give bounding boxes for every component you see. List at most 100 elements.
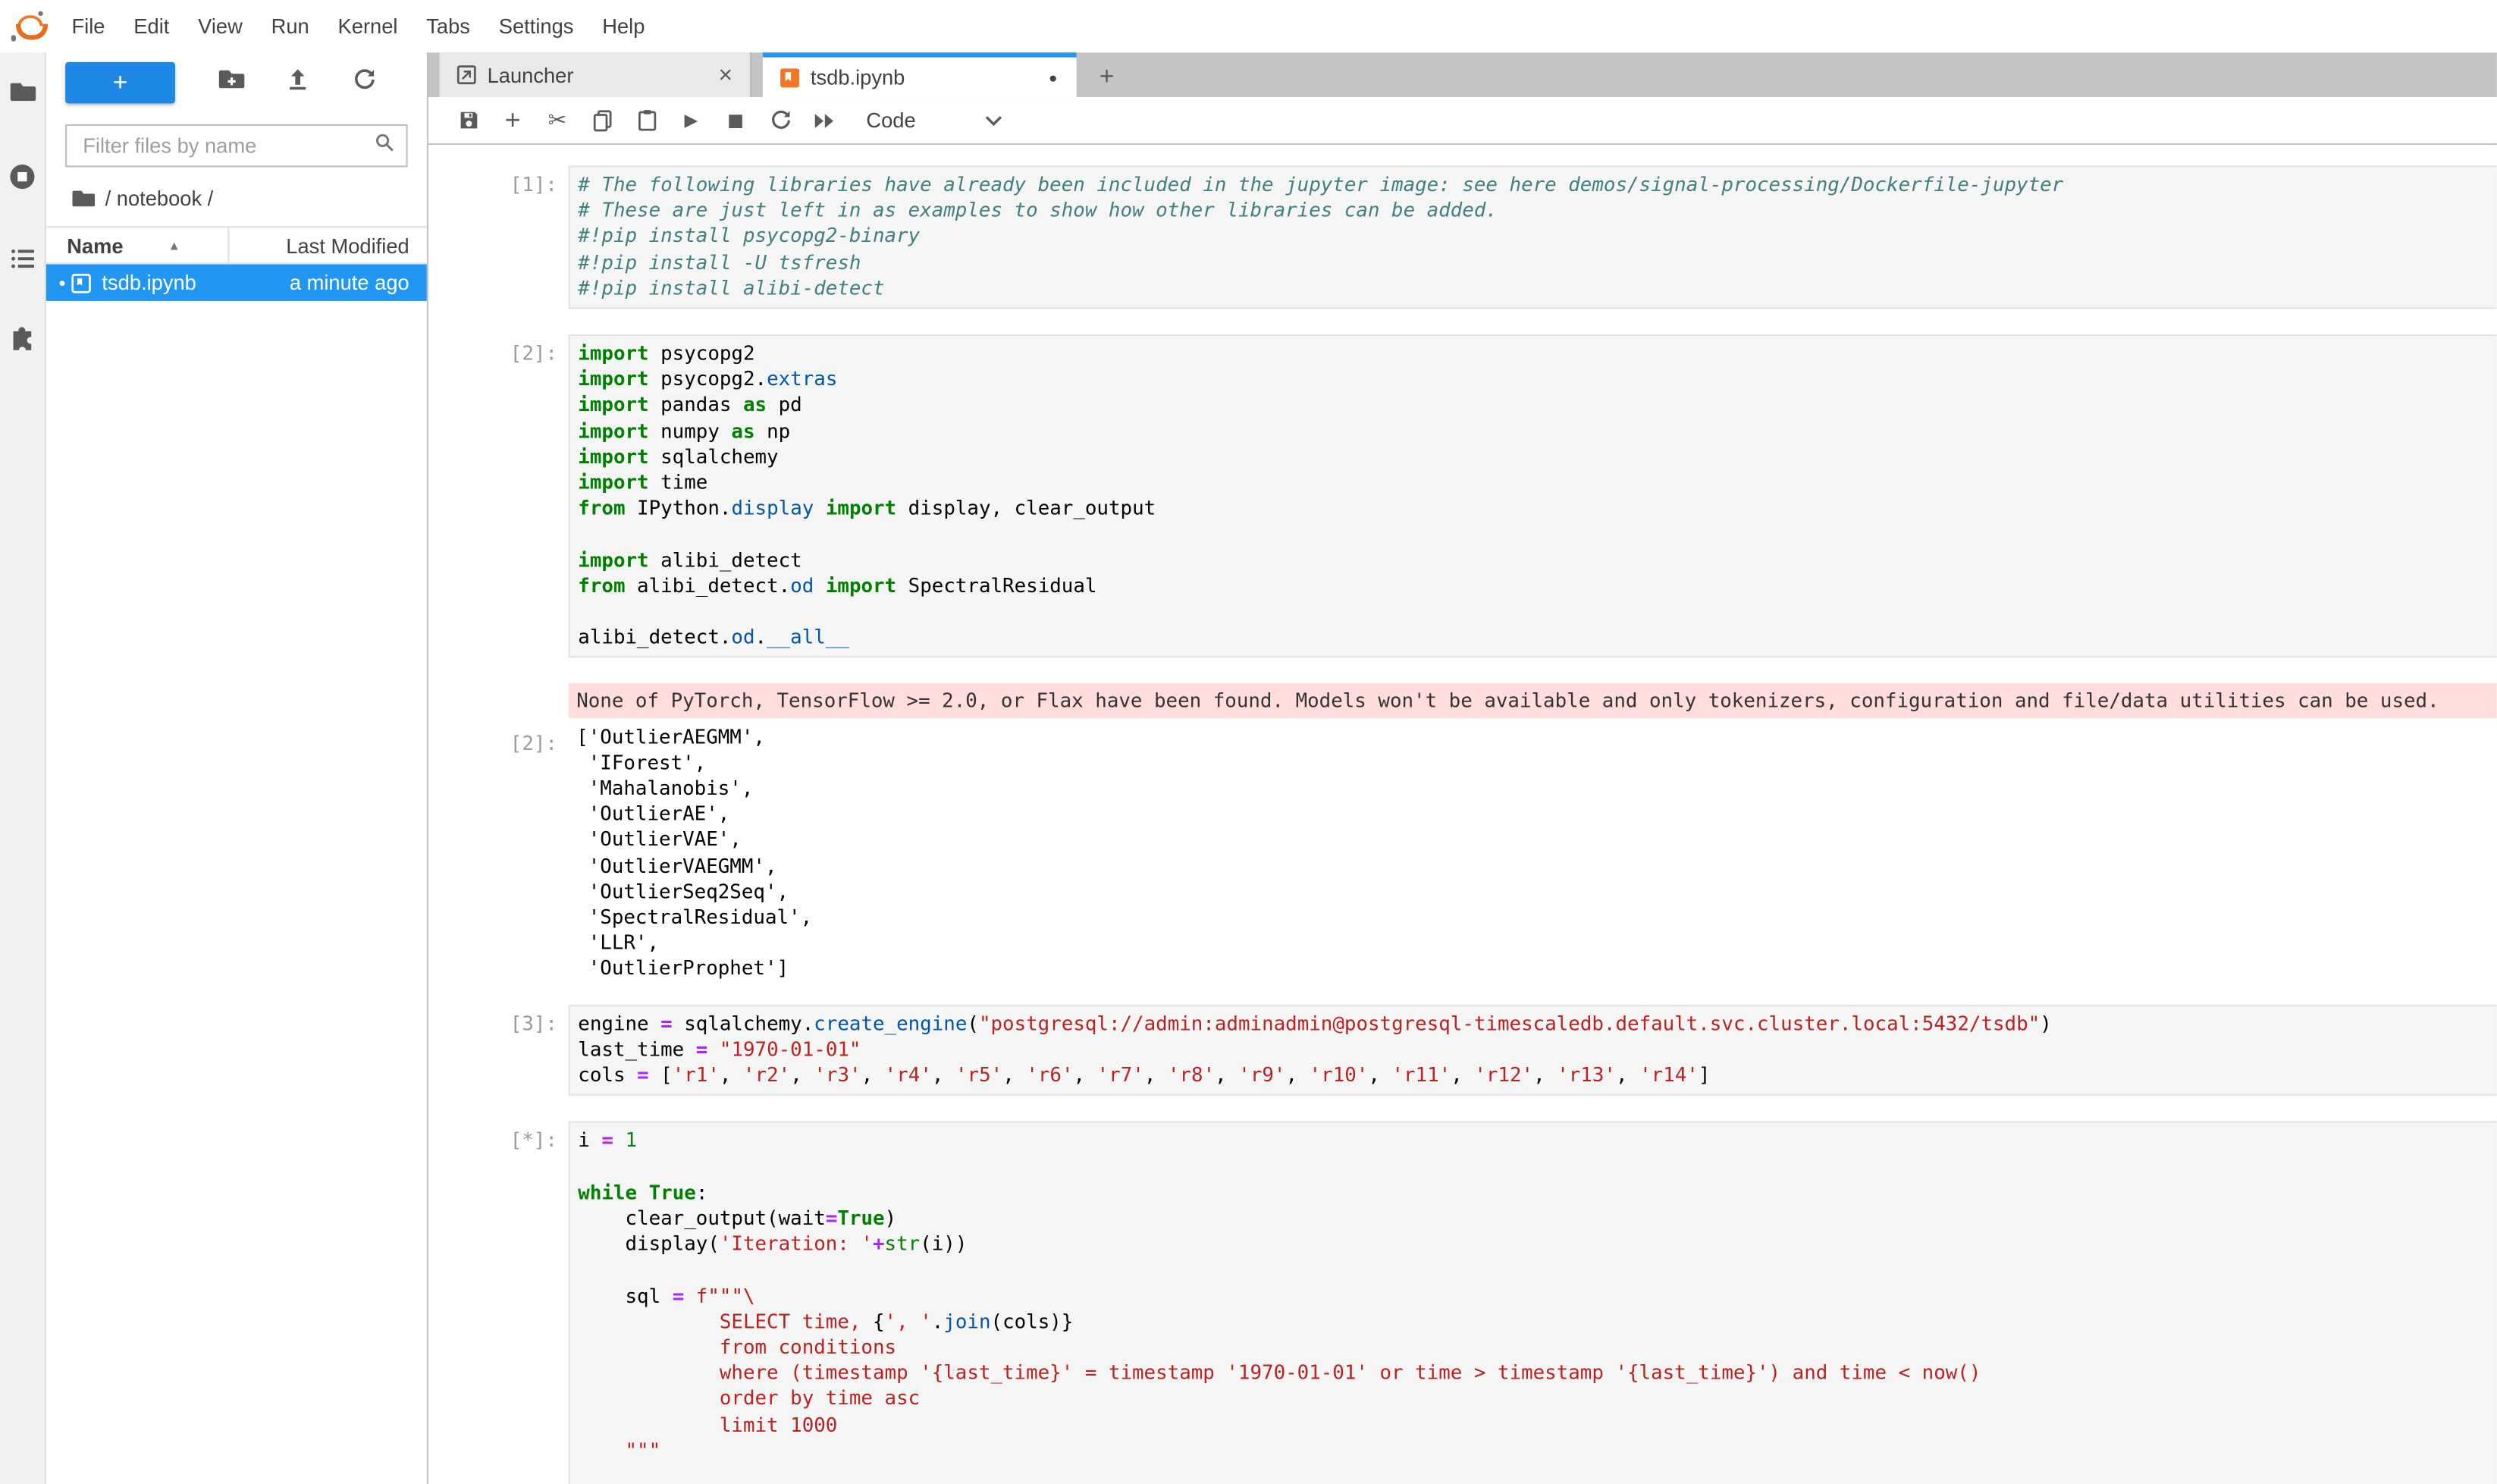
output-prompt-spacer — [428, 684, 569, 718]
sidebar-rail — [0, 52, 46, 1484]
menu-view[interactable]: View — [184, 0, 257, 52]
file-browser-panel: + — [46, 52, 427, 1484]
file-name: tsdb.ipynb — [102, 271, 289, 295]
code-line — [578, 599, 2496, 625]
output-line: 'OutlierAE', — [576, 802, 2497, 827]
notebook-icon — [779, 66, 801, 88]
code-line: where (timestamp '{last_time}' = timesta… — [578, 1360, 2496, 1386]
upload-button[interactable] — [286, 66, 312, 99]
close-tab-icon[interactable]: × — [714, 61, 737, 89]
output-line: 'OutlierVAEGMM', — [576, 853, 2497, 879]
file-browser-tab-icon[interactable] — [0, 78, 45, 105]
file-list-header: Name ▲ Last Modified — [46, 226, 427, 264]
menu-tabs[interactable]: Tabs — [412, 0, 484, 52]
output-line: 'OutlierProphet'] — [576, 956, 2497, 982]
file-last-modified: a minute ago — [290, 271, 427, 295]
column-header-last-modified[interactable]: Last Modified — [229, 234, 426, 258]
cell-output-warning-row: None of PyTorch, TensorFlow >= 2.0, or F… — [428, 684, 2497, 718]
column-header-name[interactable]: Name ▲ — [46, 227, 230, 262]
extension-manager-tab-icon[interactable] — [0, 325, 45, 353]
cell-output-text: ['OutlierAEGMM', 'IForest', 'Mahalanobis… — [569, 724, 2497, 982]
notebook-content: [1]:# The following libraries have alrea… — [428, 145, 2497, 1484]
code-line: sql = f"""\ — [578, 1283, 2496, 1309]
tab-label: Launcher — [488, 63, 714, 87]
table-of-contents-tab-icon[interactable] — [0, 245, 45, 272]
cell-output-prompt: [2]: — [428, 724, 569, 982]
notebook-toolbar: + ✂ ▶ ■ Code — [428, 97, 2497, 145]
new-launcher-button[interactable]: + — [65, 62, 175, 104]
cell-input-prompt: [2]: — [428, 334, 569, 658]
cell-output-result-row: [2]:['OutlierAEGMM', 'IForest', 'Mahalan… — [428, 724, 2497, 982]
tab-tsdb-ipynb[interactable]: tsdb.ipynb ● — [763, 52, 1077, 97]
menu-run[interactable]: Run — [257, 0, 324, 52]
jupyter-logo-icon — [13, 12, 42, 41]
notebook-cell: [2]:import psycopg2import psycopg2.extra… — [428, 334, 2497, 658]
menu-help[interactable]: Help — [588, 0, 659, 52]
code-line — [578, 1464, 2496, 1484]
code-line: #!pip install psycopg2-binary — [578, 224, 2496, 249]
code-line: alibi_detect.od.__all__ — [578, 625, 2496, 651]
stderr-warning-output: None of PyTorch, TensorFlow >= 2.0, or F… — [569, 684, 2497, 718]
code-line: import pandas as pd — [578, 392, 2496, 418]
menu-file[interactable]: File — [58, 0, 120, 52]
tab-bar: Launcher × tsdb.ipynb ● + — [428, 52, 2497, 97]
cell-type-value: Code — [866, 108, 915, 133]
menu-settings[interactable]: Settings — [485, 0, 588, 52]
jupyterlab-window: File Edit View Run Kernel Tabs Settings … — [0, 0, 2497, 1484]
menu-edit[interactable]: Edit — [119, 0, 184, 52]
filter-files-input[interactable] — [80, 132, 372, 159]
notebook-cell: [1]:# The following libraries have alrea… — [428, 165, 2497, 309]
tab-label: tsdb.ipynb — [811, 65, 1043, 89]
save-button[interactable] — [446, 101, 491, 139]
notebook-cell: [3]:engine = sqlalchemy.create_engine("p… — [428, 1004, 2497, 1096]
code-line: #!pip install -U tsfresh — [578, 249, 2496, 275]
cell-code-editor[interactable]: engine = sqlalchemy.create_engine("postg… — [569, 1004, 2497, 1096]
menu-bar: File Edit View Run Kernel Tabs Settings … — [0, 0, 2497, 52]
search-icon — [372, 130, 397, 162]
tab-launcher[interactable]: Launcher × — [440, 52, 752, 97]
refresh-file-list-button[interactable] — [352, 66, 378, 99]
restart-and-run-all-button[interactable] — [802, 101, 847, 139]
cell-code-editor[interactable]: i = 1 while True: clear_output(wait=True… — [569, 1122, 2497, 1484]
menu-kernel[interactable]: Kernel — [324, 0, 413, 52]
run-cell-button[interactable]: ▶ — [669, 101, 714, 139]
cell-type-select[interactable]: Code — [866, 108, 1003, 133]
code-line: # These are just left in as examples to … — [578, 198, 2496, 224]
output-line: 'SpectralResidual', — [576, 905, 2497, 930]
code-line: from alibi_detect.od import SpectralResi… — [578, 573, 2496, 599]
code-line: last_time = "1970-01-01" — [578, 1037, 2496, 1062]
breadcrumb[interactable]: / notebook / — [71, 183, 407, 212]
kernel-running-dot-icon: • — [54, 271, 70, 293]
file-browser-toolbar: + — [46, 59, 427, 107]
restart-kernel-button[interactable] — [758, 101, 803, 139]
output-line: 'OutlierVAE', — [576, 827, 2497, 853]
code-line: """ — [578, 1438, 2496, 1464]
output-line: ['OutlierAEGMM', — [576, 724, 2497, 750]
code-line: import alibi_detect — [578, 547, 2496, 573]
code-line: import psycopg2.extras — [578, 366, 2496, 392]
main-dock: Launcher × tsdb.ipynb ● + + ✂ — [428, 52, 2497, 1484]
cell-code-editor[interactable]: # The following libraries have already b… — [569, 165, 2497, 309]
new-folder-button[interactable] — [218, 65, 245, 100]
copy-cells-button[interactable] — [579, 101, 624, 139]
output-line: 'OutlierSeq2Seq', — [576, 879, 2497, 905]
notebook-cells: [1]:# The following libraries have alrea… — [428, 165, 2497, 1484]
home-folder-icon — [71, 186, 96, 210]
running-sessions-tab-icon[interactable] — [0, 162, 45, 191]
add-tab-button[interactable]: + — [1087, 59, 1125, 97]
cell-code-editor[interactable]: import psycopg2import psycopg2.extrasimp… — [569, 334, 2497, 658]
cut-cells-button[interactable]: ✂ — [535, 101, 580, 139]
code-line: import numpy as np — [578, 419, 2496, 444]
file-row-tsdb-ipynb[interactable]: • tsdb.ipynb a minute ago — [46, 265, 427, 301]
output-line: 'IForest', — [576, 750, 2497, 776]
code-line: import psycopg2 — [578, 340, 2496, 366]
chevron-down-icon — [984, 114, 1003, 127]
paste-cells-button[interactable] — [624, 101, 669, 139]
add-cell-button[interactable]: + — [491, 101, 535, 139]
code-line: SELECT time, {', '.join(cols)} — [578, 1309, 2496, 1335]
code-line: # The following libraries have already b… — [578, 172, 2496, 198]
output-line: 'Mahalanobis', — [576, 776, 2497, 802]
code-line: from conditions — [578, 1335, 2496, 1360]
interrupt-kernel-button[interactable]: ■ — [714, 101, 758, 139]
code-line: import sqlalchemy — [578, 444, 2496, 470]
